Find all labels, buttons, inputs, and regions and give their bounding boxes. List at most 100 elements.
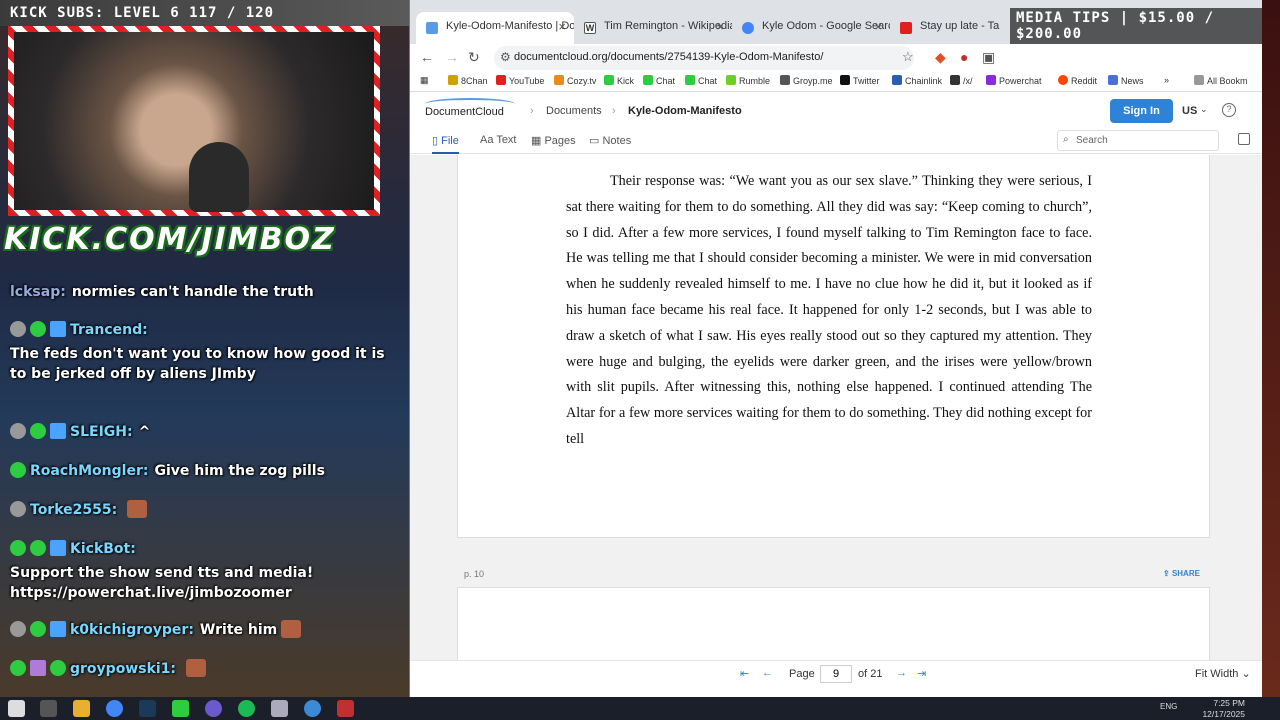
chat-username: RoachMongler: bbox=[30, 463, 149, 479]
bookmark-chat[interactable]: Chat bbox=[685, 75, 717, 86]
help-icon[interactable]: ? bbox=[1222, 103, 1236, 117]
bookmark-star-icon[interactable]: ☆ bbox=[902, 49, 914, 65]
app-icon[interactable] bbox=[271, 700, 288, 717]
spotify-icon[interactable] bbox=[238, 700, 255, 717]
steam-icon[interactable] bbox=[139, 700, 156, 717]
address-bar[interactable]: ⚙ documentcloud.org/documents/2754139-Ky… bbox=[494, 46, 914, 70]
document-search-input[interactable]: ⌕ Search bbox=[1057, 130, 1219, 151]
bookmark-kick[interactable]: Kick bbox=[604, 75, 634, 86]
sidebar-toggle-icon[interactable] bbox=[1238, 133, 1250, 145]
zoom-select[interactable]: Fit Width ⌄ bbox=[1195, 667, 1251, 680]
chrome-icon[interactable] bbox=[106, 700, 123, 717]
forward-icon[interactable]: → bbox=[445, 49, 459, 65]
bookmark-rumble[interactable]: Rumble bbox=[726, 75, 770, 86]
bookmark-all[interactable]: All Bookm bbox=[1194, 75, 1248, 86]
documentcloud-icon bbox=[426, 22, 438, 34]
bookmark-powerchat[interactable]: Powerchat bbox=[986, 75, 1042, 86]
language-indicator[interactable]: ENG bbox=[1160, 702, 1177, 711]
app-icon[interactable] bbox=[304, 700, 321, 717]
close-icon[interactable]: × bbox=[716, 19, 724, 34]
chat-username: Torke2555: bbox=[30, 502, 118, 518]
text-icon: Aa bbox=[480, 134, 497, 146]
bookmark-label: Reddit bbox=[1071, 76, 1098, 86]
document-viewer: Their response was: “We want you as our … bbox=[410, 155, 1280, 660]
discord-icon[interactable] bbox=[205, 700, 222, 717]
sign-in-button[interactable]: Sign In bbox=[1110, 99, 1173, 123]
chat-message: SLEIGH: ^ bbox=[10, 422, 405, 442]
bookmark-icon bbox=[892, 75, 902, 85]
search-icon: ⌕ bbox=[1063, 134, 1069, 145]
close-icon[interactable]: × bbox=[558, 19, 566, 34]
chat-username: lcksap: bbox=[10, 284, 66, 300]
share-label: SHARE bbox=[1171, 569, 1200, 578]
clock[interactable]: 7:25 PM 12/17/2025 bbox=[1200, 698, 1245, 720]
page-text: Their response was: “We want you as our … bbox=[566, 173, 1092, 447]
task-view-icon[interactable] bbox=[40, 700, 57, 717]
badge-icon bbox=[10, 501, 26, 517]
previous-page-icon[interactable]: ← bbox=[762, 667, 773, 679]
site-info-icon[interactable]: ⚙ bbox=[500, 50, 511, 64]
bookmark-cozy[interactable]: Cozy.tv bbox=[554, 75, 596, 86]
extension-icon[interactable]: ◆ bbox=[935, 49, 946, 66]
documentcloud-logo[interactable]: DocumentCloud bbox=[425, 98, 515, 118]
chat-message: KickBot: bbox=[10, 539, 405, 559]
kick-app-icon[interactable] bbox=[172, 700, 189, 717]
reload-icon[interactable]: ↻ bbox=[468, 49, 480, 66]
tab-text[interactable]: Aa Text bbox=[480, 134, 517, 146]
next-page-icon[interactable]: → bbox=[896, 667, 907, 679]
bookmark-twitter[interactable]: Twitter bbox=[840, 75, 880, 86]
more-bookmarks-icon[interactable]: » bbox=[1164, 75, 1169, 85]
bookmark-label: Groyp.me bbox=[793, 76, 833, 86]
tab-google-search[interactable]: Kyle Odom - Google Search × bbox=[732, 12, 890, 44]
bookmark-label: Kick bbox=[617, 76, 635, 86]
close-icon[interactable]: × bbox=[874, 19, 882, 34]
share-button[interactable]: ⇪ SHARE bbox=[1163, 569, 1200, 578]
windows-start-icon[interactable] bbox=[8, 700, 25, 717]
tab-pages[interactable]: ▦ Pages bbox=[531, 134, 576, 147]
bookmark-label: Twitter bbox=[853, 76, 880, 86]
share-icon: ⇪ bbox=[1163, 569, 1172, 578]
chevron-down-icon: ⌄ bbox=[1241, 668, 1251, 680]
tab-youtube[interactable]: Stay up late - Talking bbox=[890, 12, 1000, 44]
bookmark-chat[interactable]: Chat bbox=[643, 75, 675, 86]
tab-file[interactable]: ▯ File bbox=[432, 134, 459, 154]
file-explorer-icon[interactable] bbox=[73, 700, 90, 717]
chevron-down-icon[interactable]: ⌄ bbox=[1200, 104, 1208, 115]
bookmark-icon bbox=[448, 75, 458, 85]
bookmark-youtube[interactable]: YouTube bbox=[496, 75, 544, 86]
tab-notes[interactable]: ▭ Notes bbox=[589, 134, 631, 147]
page-number-input[interactable]: 9 bbox=[820, 665, 852, 683]
tab-kyle-odom-manifesto[interactable]: Kyle-Odom-Manifesto | Docum × bbox=[416, 12, 574, 44]
app-icon[interactable] bbox=[337, 700, 354, 717]
chat-text: Give him the zog pills bbox=[154, 463, 325, 479]
last-page-icon[interactable]: ⇥ bbox=[917, 667, 926, 680]
chat-message: Support the show send tts and media! htt… bbox=[10, 563, 405, 603]
chevron-right-icon: › bbox=[612, 105, 616, 117]
bookmark-icon bbox=[780, 75, 790, 85]
bookmark-8chan[interactable]: 8Chan bbox=[448, 75, 488, 86]
page-navigator: ⇤ ← Page 9 of 21 → ⇥ Fit Width ⌄ bbox=[410, 660, 1280, 687]
language-select[interactable]: US bbox=[1182, 105, 1197, 117]
bookmark-icon bbox=[1108, 75, 1118, 85]
bookmark-x[interactable]: /x/ bbox=[950, 75, 973, 86]
x-icon bbox=[840, 75, 850, 85]
emote-icon bbox=[281, 620, 302, 638]
bookmark-news[interactable]: News bbox=[1108, 75, 1144, 86]
first-page-icon[interactable]: ⇤ bbox=[740, 667, 749, 680]
rumble-icon bbox=[726, 75, 736, 85]
back-icon[interactable]: ← bbox=[420, 49, 434, 65]
bookmark-reddit[interactable]: Reddit bbox=[1058, 75, 1097, 86]
sword-icon bbox=[50, 423, 66, 439]
breadcrumb-documents[interactable]: Documents bbox=[546, 105, 602, 117]
gift-icon bbox=[30, 660, 46, 676]
extension-icon[interactable]: ● bbox=[960, 49, 968, 65]
bookmark-label: Chat bbox=[656, 76, 676, 86]
reddit-icon bbox=[1058, 75, 1068, 85]
bookmark-icon bbox=[986, 75, 996, 85]
bookmark-chainlink[interactable]: Chainlink bbox=[892, 75, 942, 86]
tab-wikipedia[interactable]: W Tim Remington - Wikipedia × bbox=[574, 12, 732, 44]
chat-username: SLEIGH: bbox=[70, 424, 133, 440]
apps-icon[interactable]: ▦ bbox=[420, 75, 429, 86]
extension-icon[interactable]: ▣ bbox=[982, 49, 995, 66]
bookmark-groyp[interactable]: Groyp.me bbox=[780, 75, 833, 86]
